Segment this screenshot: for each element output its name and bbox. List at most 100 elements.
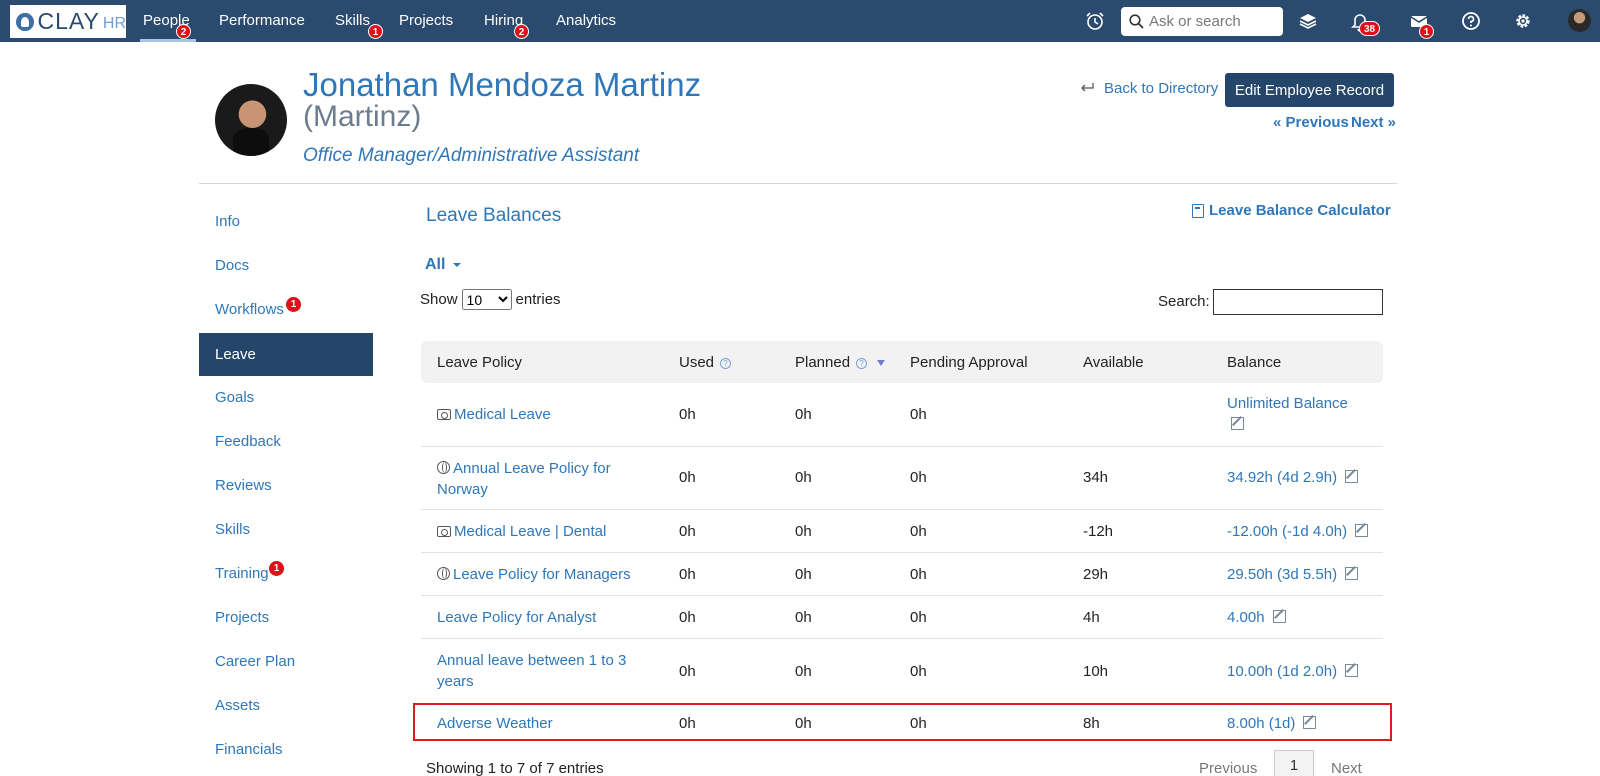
balance-cell: 4.00h [1227, 609, 1286, 626]
page-size-select[interactable]: 10 [461, 289, 512, 310]
row-divider [421, 595, 1383, 596]
edit-balance-icon[interactable] [1231, 417, 1244, 430]
cell-available: -12h [1083, 523, 1114, 540]
policy-link[interactable]: Medical Leave | Dental [437, 523, 606, 540]
col-pending-approval[interactable]: Pending Approval [910, 354, 1028, 371]
sidebar-item-docs[interactable]: Docs [199, 244, 373, 287]
edit-balance-icon[interactable] [1345, 470, 1359, 483]
policy-link[interactable]: Leave Policy for Analyst [437, 609, 596, 626]
nav-performance[interactable]: Performance [219, 0, 305, 42]
cell-planned: 0h [795, 406, 812, 423]
sidebar-item-projects[interactable]: Projects [199, 596, 373, 639]
entries-label: entries [515, 291, 561, 308]
globe-icon [437, 567, 450, 580]
policy-link[interactable]: Medical Leave [437, 406, 551, 423]
cell-used: 0h [679, 523, 696, 540]
cell-planned: 0h [795, 715, 812, 732]
cell-planned: 0h [795, 566, 812, 583]
leave-balance-calculator-link[interactable]: Leave Balance Calculator [1192, 202, 1391, 219]
pagination-next[interactable]: Next [1331, 760, 1362, 776]
sort-desc-icon[interactable] [877, 360, 885, 366]
employee-name: Jonathan Mendoza Martinz [303, 66, 702, 103]
balance-link[interactable]: 34.92h (4d 2.9h) [1227, 469, 1337, 486]
sidebar-item-reviews[interactable]: Reviews [199, 464, 373, 507]
alarm-clock-icon[interactable] [1084, 10, 1106, 32]
employee-title: Office Manager/Administrative Assistant [303, 145, 640, 166]
camera-icon [437, 526, 451, 537]
cell-planned: 0h [795, 523, 812, 540]
edit-balance-icon[interactable] [1345, 664, 1359, 677]
edit-balance-icon[interactable] [1303, 716, 1317, 729]
sidebar-item-assets[interactable]: Assets [199, 684, 373, 727]
balance-link[interactable]: 8.00h (1d) [1227, 715, 1295, 732]
col-planned[interactable]: Planned? [795, 354, 868, 371]
sidebar-item-financials[interactable]: Financials [199, 728, 373, 771]
global-search[interactable] [1121, 7, 1283, 36]
help-icon[interactable] [1460, 10, 1482, 32]
cell-available: 10h [1083, 663, 1109, 680]
filter-dropdown[interactable]: All [425, 256, 462, 274]
col-leave-policy[interactable]: Leave Policy [437, 354, 522, 371]
col-used[interactable]: Used? [679, 354, 732, 371]
sidebar-item-leave[interactable]: Leave [199, 333, 373, 376]
mail-badge: 1 [1419, 24, 1434, 39]
cell-pending: 0h [910, 406, 927, 423]
sidebar-item-workflows[interactable]: Workflows [199, 288, 373, 331]
nav-analytics[interactable]: Analytics [556, 0, 616, 42]
next-employee-link[interactable]: Next » [1351, 114, 1396, 131]
row-divider [421, 638, 1383, 639]
employee-nickname: (Martinz) [303, 100, 422, 133]
sidebar-item-info[interactable]: Info [199, 200, 373, 243]
balance-cell: 10.00h (1d 2.0h) [1227, 663, 1359, 680]
col-planned-label: Planned [795, 354, 851, 371]
sidebar-item-skills[interactable]: Skills [199, 508, 373, 551]
cell-available: 29h [1083, 566, 1109, 583]
policy-name: Medical Leave [454, 406, 551, 423]
edit-balance-icon[interactable] [1345, 567, 1359, 580]
balance-cell: 29.50h (3d 5.5h) [1227, 566, 1359, 583]
nav-skills-badge: 1 [368, 24, 383, 39]
cell-used: 0h [679, 566, 696, 583]
layers-icon[interactable] [1297, 10, 1319, 32]
policy-link[interactable]: Annual Leave Policy for Norway [437, 458, 637, 500]
employee-avatar [215, 84, 287, 156]
cell-available: 34h [1083, 469, 1109, 486]
cell-pending: 0h [910, 609, 927, 626]
sidebar-item-feedback[interactable]: Feedback [199, 420, 373, 463]
policy-name: Annual Leave Policy for Norway [437, 460, 611, 498]
policy-link[interactable]: Leave Policy for Managers [437, 566, 631, 583]
top-navbar: CLAY HR People 2 Performance Skills 1 Pr… [0, 0, 1600, 42]
global-search-input[interactable] [1149, 13, 1279, 30]
balance-link[interactable]: 4.00h [1227, 609, 1265, 626]
cell-pending: 0h [910, 715, 927, 732]
edit-employee-record-button[interactable]: Edit Employee Record [1225, 73, 1394, 107]
col-used-label: Used [679, 354, 715, 371]
gear-icon[interactable] [1512, 10, 1534, 32]
edit-balance-icon[interactable] [1355, 524, 1369, 537]
pagination-previous[interactable]: Previous [1199, 760, 1257, 776]
question-icon: ? [856, 357, 868, 369]
balance-link[interactable]: -12.00h (-1d 4.0h) [1227, 523, 1347, 540]
table-search-input[interactable] [1213, 289, 1383, 315]
nav-projects[interactable]: Projects [399, 0, 453, 42]
sidebar-item-training[interactable]: Training [199, 552, 373, 595]
back-to-directory-link[interactable]: Back to Directory [1104, 80, 1218, 97]
balance-link[interactable]: Unlimited Balance [1227, 395, 1348, 412]
balance-link[interactable]: 29.50h (3d 5.5h) [1227, 566, 1337, 583]
policy-link[interactable]: Adverse Weather [437, 715, 553, 732]
balance-link[interactable]: 10.00h (1d 2.0h) [1227, 663, 1337, 680]
sidebar-item-goals[interactable]: Goals [199, 376, 373, 419]
clayhr-logo[interactable]: CLAY HR [10, 5, 126, 38]
policy-link[interactable]: Annual leave between 1 to 3 years [437, 650, 637, 692]
balance-cell: 34.92h (4d 2.9h) [1227, 469, 1359, 486]
col-balance[interactable]: Balance [1227, 354, 1281, 371]
col-available[interactable]: Available [1083, 354, 1144, 371]
previous-employee-link[interactable]: « Previous [1273, 114, 1349, 131]
edit-balance-icon[interactable] [1272, 610, 1286, 623]
pagination-page[interactable]: 1 [1274, 750, 1314, 776]
user-avatar[interactable] [1568, 9, 1591, 32]
cell-available: 4h [1083, 609, 1100, 626]
nav-skills[interactable]: Skills [335, 0, 370, 42]
cell-used: 0h [679, 663, 696, 680]
sidebar-item-career-plan[interactable]: Career Plan [199, 640, 373, 683]
